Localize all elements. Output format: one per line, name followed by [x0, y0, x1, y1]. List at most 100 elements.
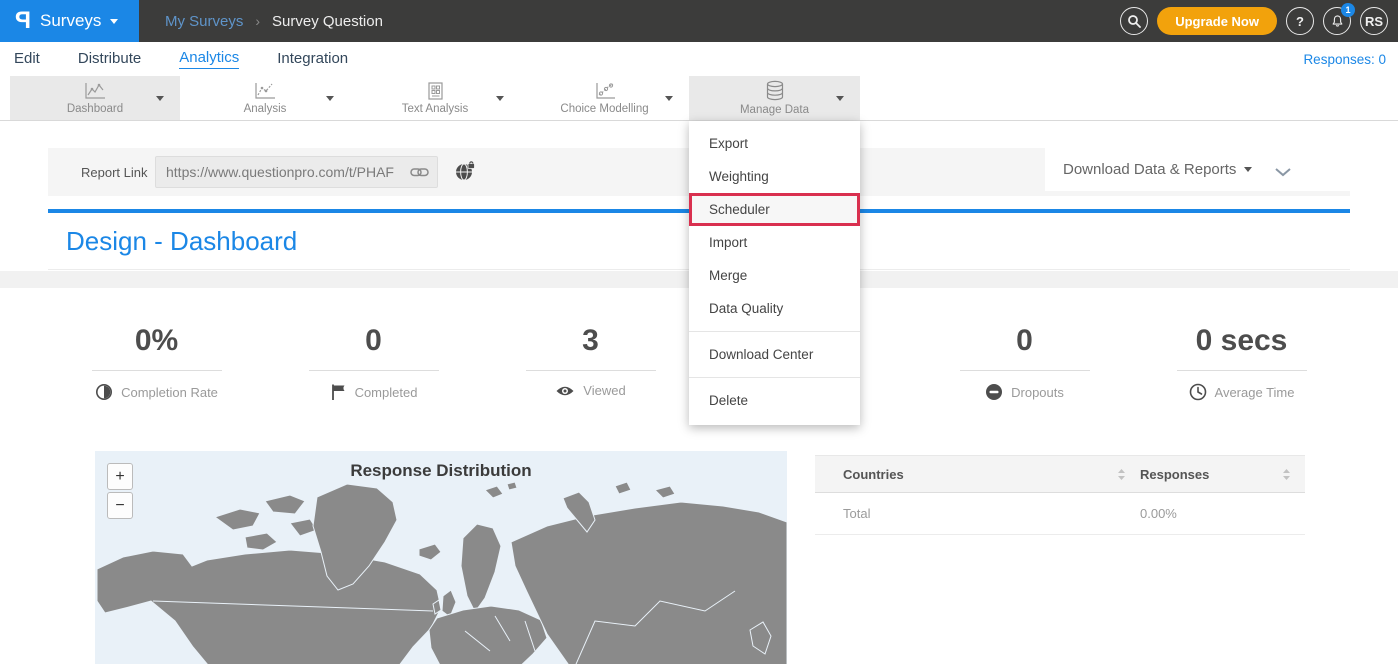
- download-data-reports-menu[interactable]: Download Data & Reports: [1063, 161, 1252, 178]
- total-label: Total: [815, 506, 1140, 521]
- stat-label: Dropouts: [1011, 385, 1064, 400]
- menu-item-download-center[interactable]: Download Center: [689, 338, 860, 371]
- stat-value: 0 secs: [1196, 326, 1288, 356]
- stat-label: Average Time: [1215, 385, 1295, 400]
- eye-icon: [555, 384, 575, 398]
- section-nav: Edit Distribute Analytics Integration Re…: [0, 42, 1398, 76]
- stat-divider: [92, 370, 222, 371]
- menu-item-import[interactable]: Import: [689, 226, 860, 259]
- menu-item-data-quality[interactable]: Data Quality: [689, 292, 860, 325]
- breadcrumb-separator: ›: [255, 13, 260, 29]
- questionpro-logo-icon: P: [15, 9, 31, 33]
- menu-item-delete[interactable]: Delete: [689, 384, 860, 417]
- menu-item-scheduler[interactable]: Scheduler: [689, 193, 860, 226]
- chevron-down-icon[interactable]: [665, 96, 673, 101]
- chevron-down-icon: [110, 19, 118, 24]
- tab-manage-data[interactable]: Manage Data: [689, 76, 860, 120]
- chevron-down-icon[interactable]: [496, 96, 504, 101]
- total-responses-value: 0.00%: [1140, 506, 1305, 521]
- column-label: Countries: [843, 467, 904, 482]
- tab-label: Manage Data: [740, 104, 809, 116]
- table-row: Total 0.00%: [815, 493, 1305, 535]
- report-link-input[interactable]: [156, 164, 410, 180]
- column-label: Responses: [1140, 467, 1209, 482]
- stat-dropouts: 0 Dropouts: [916, 288, 1133, 431]
- map-title: Response Distribution: [95, 461, 787, 481]
- table-header-row: Countries Responses: [815, 455, 1305, 493]
- collapse-chevron-icon[interactable]: [1274, 164, 1292, 182]
- sort-icon[interactable]: [1282, 468, 1291, 481]
- product-switcher[interactable]: P Surveys: [0, 0, 139, 42]
- report-link-label: Report Link: [81, 148, 147, 196]
- stat-completion-rate: 0% Completion Rate: [48, 288, 265, 431]
- question-mark-icon: ?: [1296, 14, 1304, 29]
- menu-item-export[interactable]: Export: [689, 127, 860, 160]
- nav-tab-analytics[interactable]: Analytics: [179, 49, 239, 69]
- link-icon[interactable]: [410, 165, 437, 179]
- half-circle-icon: [95, 383, 113, 401]
- upgrade-now-button[interactable]: Upgrade Now: [1157, 7, 1277, 35]
- map-zoom-out-button[interactable]: −: [107, 492, 133, 519]
- column-header-countries[interactable]: Countries: [815, 467, 1140, 482]
- stat-label: Completion Rate: [121, 385, 218, 400]
- page-title: Design - Dashboard: [66, 226, 297, 257]
- sort-icon[interactable]: [1117, 468, 1126, 481]
- chevron-down-icon[interactable]: [836, 96, 844, 101]
- breadcrumb-my-surveys[interactable]: My Surveys: [165, 13, 243, 30]
- report-link-field: [155, 156, 438, 188]
- scatter-chart-icon: [593, 81, 617, 101]
- menu-item-merge[interactable]: Merge: [689, 259, 860, 292]
- responses-count[interactable]: Responses: 0: [1303, 42, 1386, 76]
- user-avatar[interactable]: RS: [1360, 7, 1388, 35]
- nav-tab-distribute[interactable]: Distribute: [78, 50, 141, 69]
- column-header-responses[interactable]: Responses: [1140, 467, 1305, 482]
- search-button[interactable]: [1120, 7, 1148, 35]
- app-root: P Surveys My Surveys › Survey Question U…: [0, 0, 1398, 664]
- flag-icon: [330, 383, 347, 401]
- download-data-reports-label: Download Data & Reports: [1063, 161, 1236, 178]
- tab-dashboard[interactable]: Dashboard: [10, 76, 180, 120]
- tab-label: Dashboard: [67, 103, 123, 115]
- tab-label: Analysis: [244, 103, 287, 115]
- chevron-down-icon[interactable]: [156, 96, 164, 101]
- bell-icon: [1330, 14, 1345, 29]
- stat-divider: [526, 370, 656, 371]
- response-distribution-map[interactable]: + − Response Distribution: [95, 451, 787, 664]
- product-label: Surveys: [40, 11, 101, 31]
- stat-average-time: 0 secs Average Time: [1133, 288, 1350, 431]
- clock-icon: [1189, 383, 1207, 401]
- stat-viewed: 3 Viewed: [482, 288, 699, 431]
- stat-label: Viewed: [583, 383, 625, 398]
- notification-badge: 1: [1341, 3, 1355, 17]
- menu-divider: [689, 331, 860, 332]
- section-nav-links: Edit Distribute Analytics Integration: [14, 42, 348, 76]
- database-icon: [764, 80, 786, 102]
- manage-data-dropdown: Export Weighting Scheduler Import Merge …: [689, 121, 860, 425]
- help-button[interactable]: ?: [1286, 7, 1314, 35]
- world-map: [95, 451, 787, 664]
- tab-analysis[interactable]: Analysis: [180, 76, 350, 120]
- breadcrumb-current: Survey Question: [272, 13, 383, 30]
- nav-tab-edit[interactable]: Edit: [14, 50, 40, 69]
- nav-tab-integration[interactable]: Integration: [277, 50, 348, 69]
- breadcrumb: My Surveys › Survey Question: [165, 0, 383, 42]
- stat-completed: 0 Completed: [265, 288, 482, 431]
- chevron-down-icon[interactable]: [326, 96, 334, 101]
- tab-choice-modelling[interactable]: Choice Modelling: [520, 76, 689, 120]
- notifications-button[interactable]: 1: [1323, 7, 1351, 35]
- countries-table: Countries Responses Tot: [815, 455, 1305, 535]
- stat-value: 3: [582, 326, 599, 356]
- globe-lock-icon[interactable]: [454, 161, 476, 188]
- tab-label: Text Analysis: [402, 103, 468, 115]
- line-chart-icon: [83, 81, 107, 101]
- download-panel: Download Data & Reports: [1045, 148, 1350, 191]
- stat-label: Completed: [355, 385, 418, 400]
- analysis-chart-icon: [253, 81, 277, 101]
- stat-value: 0: [365, 326, 382, 356]
- tab-text-analysis[interactable]: Text Analysis: [350, 76, 520, 120]
- menu-item-weighting[interactable]: Weighting: [689, 160, 860, 193]
- menu-divider: [689, 377, 860, 378]
- avatar-initials: RS: [1365, 14, 1383, 29]
- stat-value: 0: [1016, 326, 1033, 356]
- document-grid-icon: [424, 81, 446, 101]
